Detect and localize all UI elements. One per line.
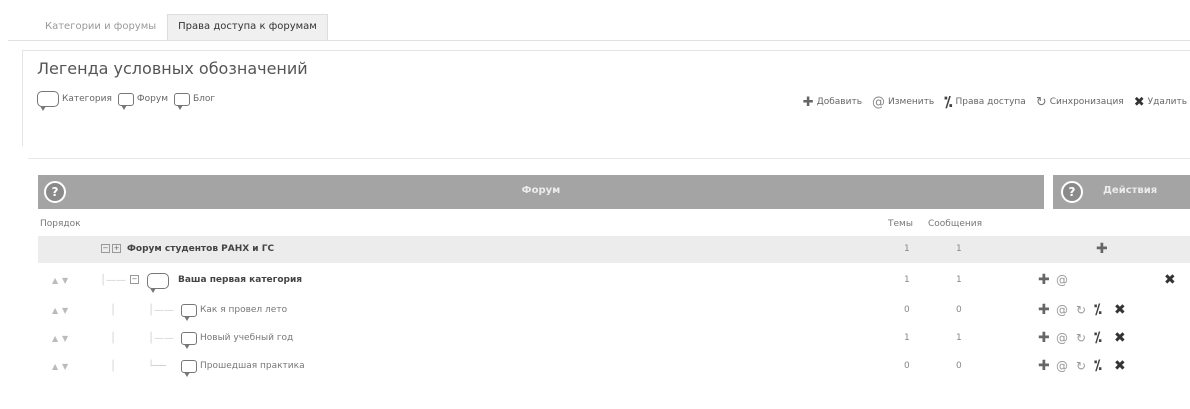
legend-types: Категория Форум Блог bbox=[37, 91, 221, 111]
permissions-icon[interactable]: ⁒ bbox=[1094, 302, 1102, 318]
legend-forum: Форум bbox=[117, 92, 168, 110]
table-row: ▲ ▼ │—— − Ваша первая категория 1 1 ✚ @ … bbox=[38, 267, 1190, 294]
tab-forum-permissions[interactable]: Права доступа к форумам bbox=[167, 14, 328, 40]
delete-icon: ✖ bbox=[1133, 94, 1145, 110]
category-icon bbox=[37, 91, 59, 111]
category-icon bbox=[147, 273, 169, 293]
sync-icon[interactable]: ↻ bbox=[1076, 302, 1086, 318]
row-name[interactable]: Форум студентов РАНХ и ГС bbox=[127, 236, 274, 263]
forum-icon bbox=[181, 360, 197, 377]
tab-divider bbox=[8, 40, 1190, 41]
row-name[interactable]: Прошедшая практика bbox=[200, 353, 305, 380]
move-up-icon[interactable]: ▲ bbox=[52, 306, 58, 315]
edit-icon[interactable]: @ bbox=[1056, 272, 1068, 288]
row-topics: 0 bbox=[904, 361, 910, 371]
row-posts: 1 bbox=[956, 244, 962, 254]
add-icon: ✚ bbox=[802, 94, 814, 110]
move-down-icon[interactable]: ▼ bbox=[62, 334, 68, 343]
legend-sync: ↻ Синхронизация bbox=[1035, 94, 1124, 110]
edit-icon[interactable]: @ bbox=[1056, 358, 1068, 374]
forum-column-header: ? Форум bbox=[38, 175, 1044, 209]
col-topics: Темы bbox=[888, 219, 913, 229]
legend-delete: ✖ Удалить bbox=[1133, 94, 1187, 110]
legend-panel: Легенда условных обозначений Категория Ф… bbox=[22, 50, 1190, 146]
blog-icon bbox=[174, 92, 190, 110]
actions-column-header: ? Действия bbox=[1053, 175, 1190, 209]
move-down-icon[interactable]: ▼ bbox=[62, 306, 68, 315]
tab-categories-forums[interactable]: Категории и форумы bbox=[34, 14, 167, 40]
sync-icon[interactable]: ↻ bbox=[1076, 330, 1086, 346]
permissions-icon[interactable]: ⁒ bbox=[1094, 358, 1102, 374]
edit-icon[interactable]: @ bbox=[1056, 330, 1068, 346]
legend-category: Категория bbox=[37, 91, 112, 111]
collapse-icon[interactable]: − bbox=[130, 275, 139, 284]
legend-add: ✚ Добавить bbox=[802, 94, 863, 110]
help-icon[interactable]: ? bbox=[1061, 181, 1083, 203]
move-down-icon[interactable]: ▼ bbox=[62, 276, 68, 285]
tab-bar: Категории и форумы Права доступа к форум… bbox=[34, 14, 328, 40]
row-topics: 1 bbox=[904, 333, 910, 343]
row-name[interactable]: Ваша первая категория bbox=[178, 267, 302, 294]
collapse-icon[interactable]: − bbox=[101, 244, 110, 253]
row-topics: 1 bbox=[904, 244, 910, 254]
row-posts: 0 bbox=[956, 361, 962, 371]
row-posts: 1 bbox=[956, 333, 962, 343]
add-icon[interactable]: ✚ bbox=[1096, 241, 1108, 257]
row-name[interactable]: Новый учебный год bbox=[200, 325, 293, 352]
add-icon[interactable]: ✚ bbox=[1038, 272, 1050, 288]
move-up-icon[interactable]: ▲ bbox=[52, 334, 58, 343]
forum-icon bbox=[181, 304, 197, 321]
row-posts: 0 bbox=[956, 305, 962, 315]
forum-grid: ? Форум ? Действия Порядок Темы Сообщени… bbox=[28, 158, 1190, 409]
delete-icon[interactable]: ✖ bbox=[1114, 330, 1126, 346]
col-posts: Сообщения bbox=[928, 219, 983, 229]
table-row: − + Форум студентов РАНХ и ГС 1 1 ✚ bbox=[38, 236, 1190, 263]
row-posts: 1 bbox=[956, 275, 962, 285]
legend-edit: @ Изменить bbox=[872, 94, 935, 110]
legend-title: Легенда условных обозначений bbox=[37, 59, 308, 78]
add-icon[interactable]: ✚ bbox=[1038, 330, 1050, 346]
edit-icon[interactable]: @ bbox=[1056, 302, 1068, 318]
permissions-icon: ⁒ bbox=[944, 93, 953, 111]
sync-icon: ↻ bbox=[1035, 94, 1047, 110]
table-row: ▲ ▼ │ └── Прошедшая практика 0 0 ✚ @ ↻ ⁒… bbox=[38, 353, 1190, 380]
add-icon[interactable]: ✚ bbox=[1038, 358, 1050, 374]
legend-permissions: ⁒ Права доступа bbox=[944, 93, 1026, 111]
legend-actions: ✚ Добавить @ Изменить ⁒ Права доступа ↻ Синх… bbox=[793, 93, 1187, 111]
sync-icon[interactable]: ↻ bbox=[1076, 358, 1086, 374]
permissions-icon[interactable]: ⁒ bbox=[1094, 330, 1102, 346]
legend-blog: Блог bbox=[174, 92, 215, 110]
move-down-icon[interactable]: ▼ bbox=[62, 362, 68, 371]
table-row: ▲ ▼ │ │—— Как я провел лето 0 0 ✚ @ ↻ ⁒ … bbox=[38, 297, 1190, 324]
row-name[interactable]: Как я провел лето bbox=[200, 297, 287, 324]
delete-icon[interactable]: ✖ bbox=[1114, 302, 1126, 318]
forum-icon bbox=[181, 332, 197, 349]
col-order: Порядок bbox=[40, 219, 81, 229]
delete-icon[interactable]: ✖ bbox=[1164, 272, 1176, 288]
edit-icon: @ bbox=[872, 94, 886, 110]
add-icon[interactable]: ✚ bbox=[1038, 302, 1050, 318]
row-topics: 0 bbox=[904, 305, 910, 315]
delete-icon[interactable]: ✖ bbox=[1114, 358, 1126, 374]
forum-header-title: Форум bbox=[521, 185, 561, 196]
move-up-icon[interactable]: ▲ bbox=[52, 362, 58, 371]
forum-icon bbox=[117, 92, 134, 110]
table-row: ▲ ▼ │ │—— Новый учебный год 1 1 ✚ @ ↻ ⁒ … bbox=[38, 325, 1190, 352]
expand-icon[interactable]: + bbox=[112, 244, 121, 253]
row-topics: 1 bbox=[904, 275, 910, 285]
move-up-icon[interactable]: ▲ bbox=[52, 276, 58, 285]
actions-header-title: Действия bbox=[1103, 185, 1158, 196]
